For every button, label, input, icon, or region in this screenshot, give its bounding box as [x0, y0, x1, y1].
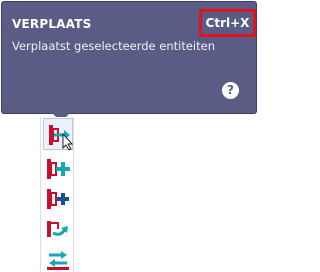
swap-tool-button[interactable]	[45, 247, 71, 271]
move-tool-button[interactable]	[43, 118, 74, 151]
move-entity-icon	[49, 125, 74, 151]
help-icon[interactable]: ?	[222, 82, 239, 99]
insert-entity-icon	[47, 159, 70, 179]
insert-tool-button[interactable]	[45, 157, 71, 181]
shortcut-badge: Ctrl+X	[199, 9, 256, 37]
tooltip: VERPLAATS Ctrl+X Verplaatst geselecteerd…	[1, 1, 257, 114]
copy-tool-button[interactable]	[45, 187, 71, 211]
tooltip-title: VERPLAATS	[12, 17, 92, 31]
rotate-entity-icon	[47, 221, 68, 237]
rotate-tool-button[interactable]	[45, 217, 71, 241]
tooltip-description: Verplaatst geselecteerde entiteiten	[12, 39, 216, 53]
tool-palette	[40, 117, 74, 272]
swap-entity-icon	[47, 251, 69, 270]
copy-entity-icon	[47, 189, 69, 209]
